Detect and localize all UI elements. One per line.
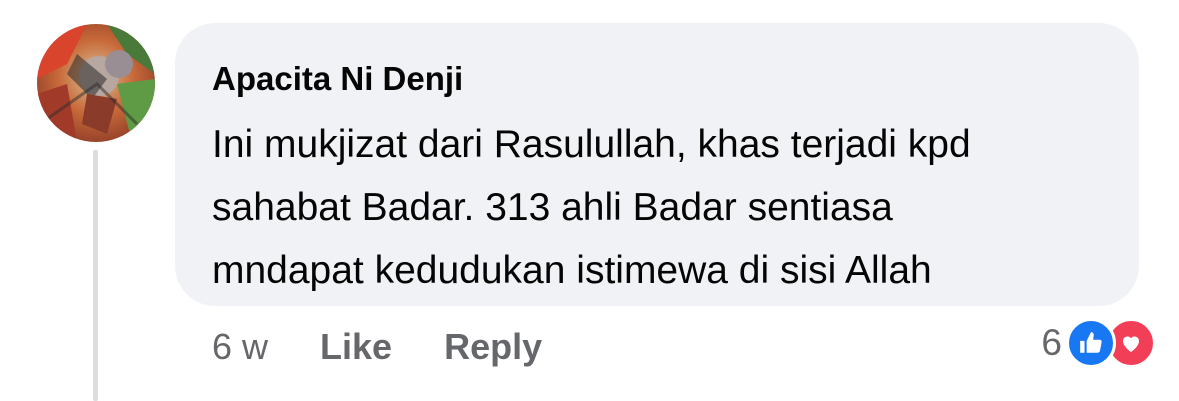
comment-timestamp[interactable]: 6 w bbox=[212, 326, 268, 368]
comment-text-line: mndapat kedudukan istimewa di sisi Allah bbox=[212, 249, 932, 292]
avatar-image bbox=[37, 24, 155, 142]
reaction-count: 6 bbox=[1041, 322, 1062, 363]
like-button[interactable]: Like bbox=[320, 326, 392, 368]
reply-button[interactable]: Reply bbox=[444, 326, 542, 368]
comment-text-line: Ini mukjizat dari Rasulullah, khas terja… bbox=[212, 123, 971, 166]
comment-text-line: sahabat Badar. 313 ahli Badar sentiasa bbox=[212, 186, 893, 229]
avatar[interactable] bbox=[37, 24, 155, 142]
comment-author[interactable]: Apacita Ni Denji bbox=[212, 59, 1102, 99]
thread-line bbox=[93, 150, 98, 401]
reactions-summary[interactable]: 6 bbox=[1041, 318, 1156, 368]
comment-bubble: Apacita Ni Denji Ini mukjizat dari Rasul… bbox=[175, 23, 1139, 306]
comment-actions: 6 w Like Reply bbox=[212, 322, 594, 372]
comment-text: Ini mukjizat dari Rasulullah, khas terja… bbox=[212, 113, 1092, 302]
like-icon bbox=[1066, 318, 1116, 368]
